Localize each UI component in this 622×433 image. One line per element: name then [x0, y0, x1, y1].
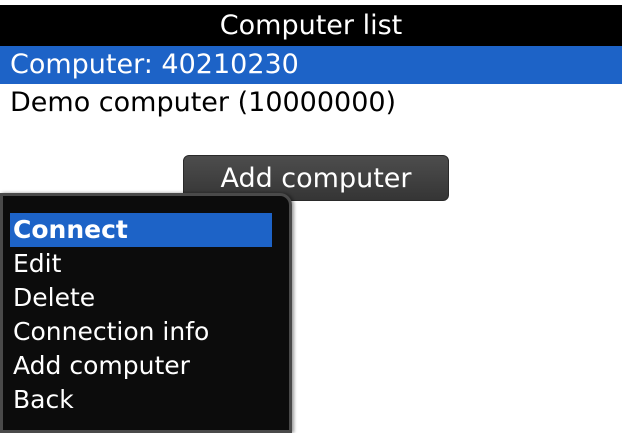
menu-item-edit[interactable]: Edit	[10, 247, 272, 281]
menu-item-connect[interactable]: Connect	[10, 213, 272, 247]
menu-item-connection-info[interactable]: Connection info	[10, 315, 272, 349]
menu-item-delete[interactable]: Delete	[10, 281, 272, 315]
menu-item-back[interactable]: Back	[10, 383, 272, 417]
computer-list: Computer: 40210230 Demo computer (100000…	[0, 46, 622, 122]
computer-list-item[interactable]: Demo computer (10000000)	[0, 84, 622, 122]
screen: Computer list Computer: 40210230 Demo co…	[0, 0, 622, 433]
context-menu: Connect Edit Delete Connection info Add …	[0, 193, 292, 433]
context-menu-items: Connect Edit Delete Connection info Add …	[10, 213, 272, 417]
menu-item-add-computer[interactable]: Add computer	[10, 349, 272, 383]
page-title: Computer list	[0, 5, 622, 46]
computer-list-item[interactable]: Computer: 40210230	[0, 46, 622, 84]
